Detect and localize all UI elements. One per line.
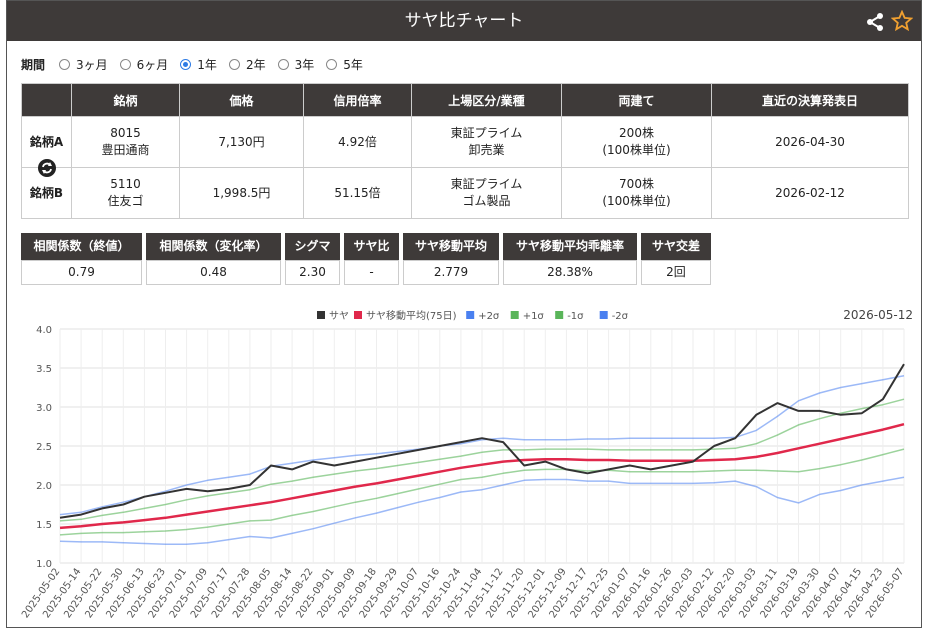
stock-pair-table: 銘柄 価格 信用倍率 上場区分/業種 両建て 直近の決算発表日 銘柄A 8015… [21,83,909,219]
stock-cell: 5110 住友ゴ [71,167,180,219]
legend-label: サヤ移動平均(75日) [366,309,457,322]
period-option-1y[interactable]: 1年 [180,56,217,73]
radio-icon[interactable] [119,58,131,70]
table-row: 銘柄A 8015 豊田通商 7,130円 4.92倍 東証プライム 卸売業 200株… [21,116,909,177]
period-option-6m[interactable]: 6ヶ月 [119,56,168,73]
legend-label: サヤ [329,310,349,322]
metric-corr-change: 相関係数（変化率） 0.48 [146,233,281,285]
radio-icon[interactable] [277,58,289,70]
price-cell: 1,998.5円 [179,167,304,219]
table-row: 銘柄B 5110 住友ゴ 1,998.5円 51.15倍 東証プライム ゴム製品 7… [21,167,909,219]
market-cell: 東証プライム 卸売業 [411,116,562,168]
hedge-cell: 200株 (100株単位) [561,116,712,168]
legend-swatch [599,311,608,319]
y-tick-label: 1.0 [36,559,52,570]
stock-cell: 8015 豊田通商 [71,116,180,168]
legend-swatch [466,311,475,319]
period-option-2y[interactable]: 2年 [228,56,266,73]
legend-swatch [317,311,325,319]
y-tick-label: 1.5 [36,520,52,531]
legend-swatch [555,311,564,319]
metric-moving-avg: サヤ移動平均 2.779 [403,233,499,285]
y-tick-label: 4.0 [36,325,52,336]
y-tick-label: 2.5 [36,442,52,453]
table-header: 銘柄 価格 信用倍率 上場区分/業種 両建て 直近の決算発表日 [21,83,909,117]
date-cell: 2026-04-30 [711,116,909,168]
legend-swatch [354,311,362,319]
market-cell: 東証プライム ゴム製品 [411,167,562,219]
ratio-cell: 4.92倍 [303,116,412,168]
page-title: サヤ比チャート [404,11,524,31]
hedge-cell: 700株 (100株単位) [561,167,712,219]
chart-date-label: 2026-05-12 [843,308,913,322]
col-earnings-date: 直近の決算発表日 [711,83,909,117]
period-option-3y[interactable]: 3年 [277,56,314,73]
legend-swatch [510,311,519,319]
title-bar: サヤ比チャート [7,1,921,41]
swap-icon[interactable] [38,159,56,177]
metrics-row: 相関係数（終値） 0.79 相関係数（変化率） 0.48 シグマ 2.30 サヤ比 - … [21,233,715,285]
y-tick-label: 3.0 [36,403,52,414]
radio-icon[interactable] [59,58,71,70]
col-hedge: 両建て [561,83,712,117]
legend-label: -1σ [567,311,584,322]
radio-selected-icon[interactable] [180,58,192,70]
col-margin-ratio: 信用倍率 [303,83,412,117]
radio-icon[interactable] [228,58,240,70]
period-selector: 期間 3ヶ月 6ヶ月 1年 2年 3年 5年 [21,55,375,73]
legend-label: +2σ [478,311,500,322]
period-label: 期間 [21,57,46,72]
metric-deviation: サヤ移動平均乖離率 28.38% [503,233,637,285]
col-market: 上場区分/業種 [411,83,562,117]
legend-label: +1σ [523,311,545,322]
y-tick-label: 2.0 [36,481,52,492]
col-price: 価格 [179,83,304,117]
metric-corr-close: 相関係数（終値） 0.79 [21,233,142,285]
spread-line-chart: 1.01.52.02.53.03.54.02025-05-022025-05-1… [20,308,913,620]
period-option-3m[interactable]: 3ヶ月 [59,56,108,73]
legend-label: -2σ [612,311,629,322]
row-label: 銘柄A [21,116,72,177]
spread-chart-panel: サヤ比チャート 期間 3ヶ月 6ヶ月 1年 2年 3年 5年 銘柄 価格 信用倍… [6,0,922,628]
star-icon[interactable] [891,10,913,32]
share-icon[interactable] [865,12,885,32]
period-option-5y[interactable]: 5年 [326,56,363,73]
col-stock: 銘柄 [71,83,180,117]
radio-icon[interactable] [326,58,338,70]
price-cell: 7,130円 [179,116,304,168]
y-tick-label: 3.5 [36,364,52,375]
date-cell: 2026-02-12 [711,167,909,219]
metric-spread-ratio: サヤ比 - [344,233,399,285]
ratio-cell: 51.15倍 [303,167,412,219]
metric-sigma: シグマ 2.30 [285,233,340,285]
metric-crossings: サヤ交差 2回 [641,233,711,285]
